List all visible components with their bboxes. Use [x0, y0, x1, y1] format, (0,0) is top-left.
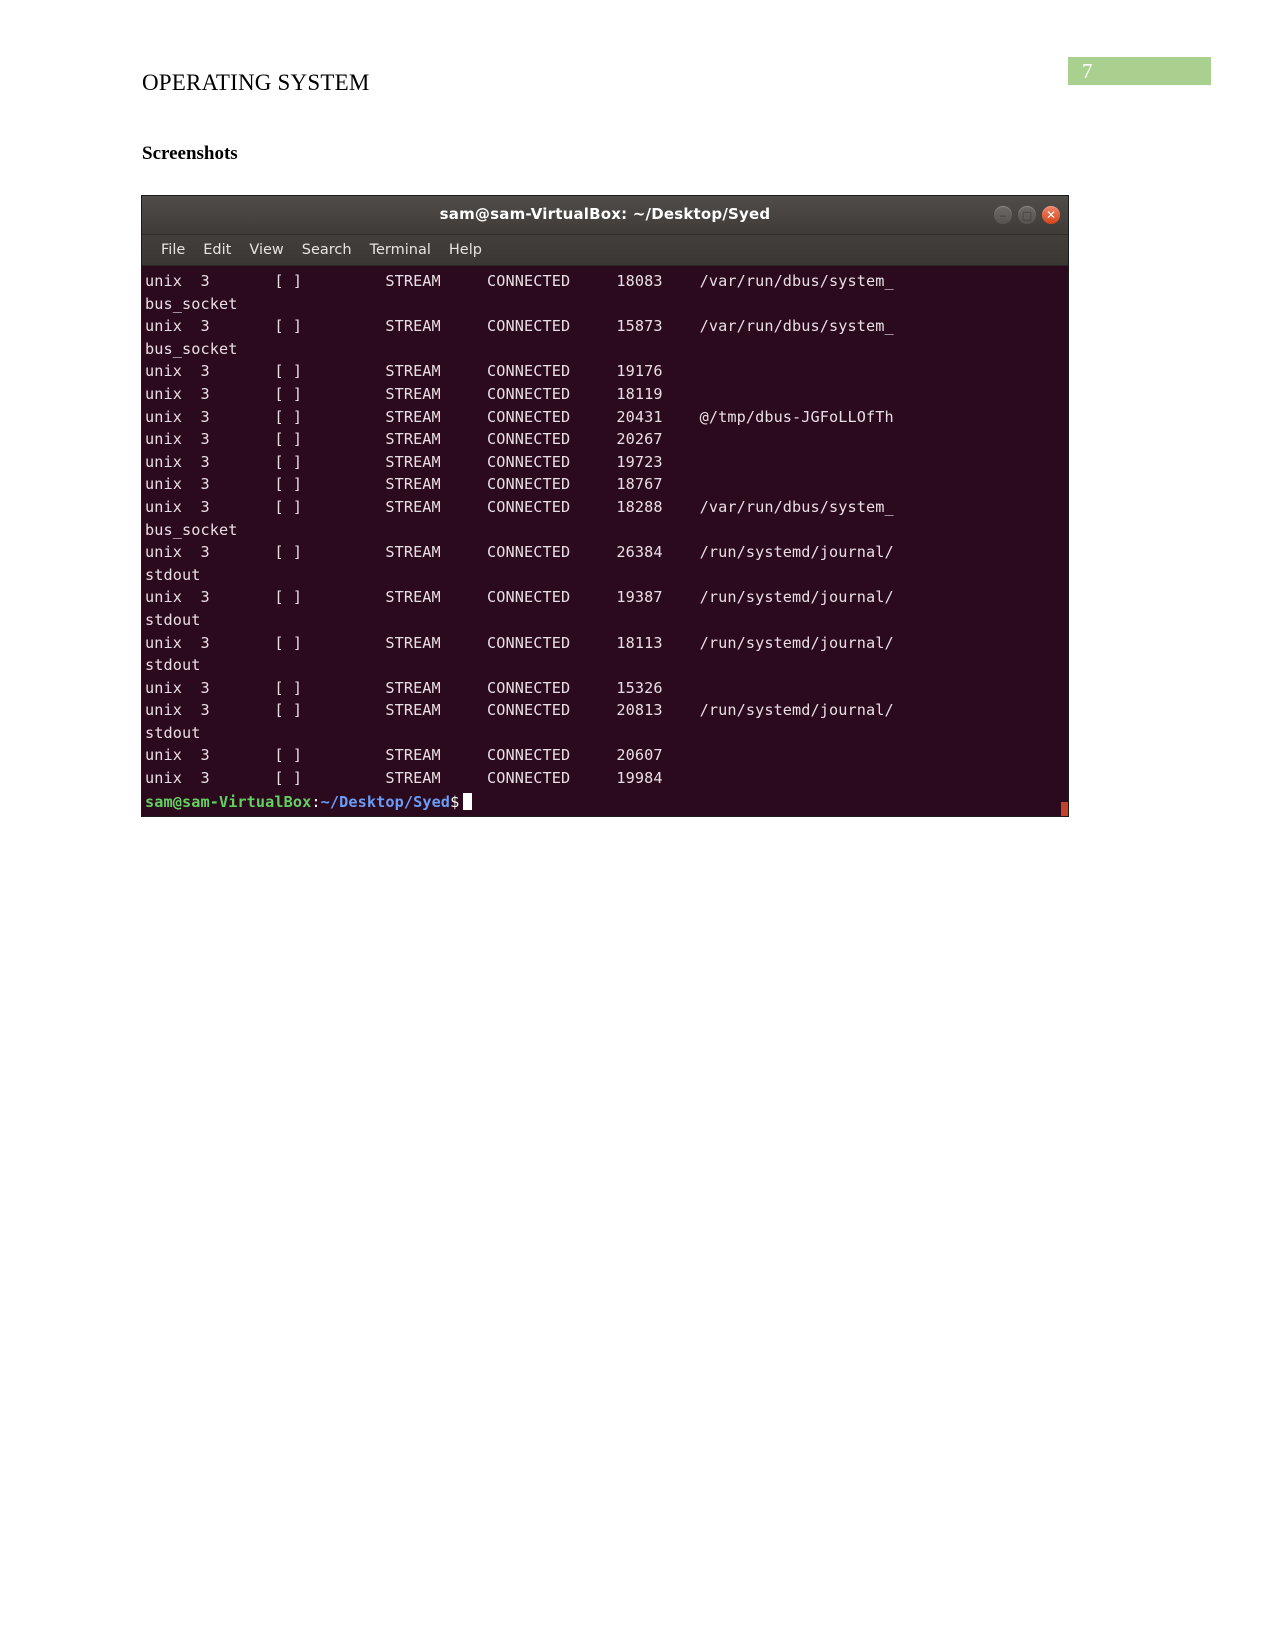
terminal-line: unix 3 [ ] STREAM CONNECTED 19723	[145, 452, 663, 471]
terminal-line: unix 3 [ ] STREAM CONNECTED 19176	[145, 362, 663, 381]
terminal-line: stdout	[145, 656, 201, 675]
terminal-line: bus_socket	[145, 520, 238, 539]
terminal-line: unix 3 [ ] STREAM CONNECTED 26384 /run/s…	[145, 543, 894, 562]
terminal-scrollbar-thumb[interactable]	[1061, 802, 1068, 816]
page-title: OPERATING SYSTEM	[142, 70, 370, 95]
terminal-line: unix 3 [ ] STREAM CONNECTED 18288 /var/r…	[145, 497, 894, 516]
document-page: 7 OPERATING SYSTEM Screenshots sam@sam-V…	[0, 0, 1275, 1651]
terminal-titlebar[interactable]: sam@sam-VirtualBox: ~/Desktop/Syed ‒ □ ✕	[142, 196, 1068, 235]
terminal-line: unix 3 [ ] STREAM CONNECTED 20431 @/tmp/…	[145, 407, 894, 426]
page-number-band: 7	[1068, 57, 1211, 85]
window-controls: ‒ □ ✕	[994, 206, 1060, 224]
terminal-line: unix 3 [ ] STREAM CONNECTED 20267	[145, 430, 663, 449]
menu-item-edit[interactable]: Edit	[194, 240, 240, 260]
section-heading: Screenshots	[142, 143, 238, 164]
menu-item-help[interactable]: Help	[440, 240, 491, 260]
menu-item-terminal[interactable]: Terminal	[361, 240, 440, 260]
prompt-user-host: sam@sam-VirtualBox	[145, 793, 312, 812]
prompt-symbol: $	[450, 793, 460, 812]
text-cursor	[463, 793, 473, 811]
terminal-line: unix 3 [ ] STREAM CONNECTED 20813 /run/s…	[145, 701, 894, 720]
terminal-output[interactable]: unix 3 [ ] STREAM CONNECTED 18083 /var/r…	[142, 266, 1068, 816]
terminal-line: unix 3 [ ] STREAM CONNECTED 15873 /var/r…	[145, 317, 894, 336]
terminal-title: sam@sam-VirtualBox: ~/Desktop/Syed	[439, 205, 771, 223]
maximize-icon[interactable]: □	[1018, 206, 1036, 224]
menu-item-search[interactable]: Search	[293, 240, 361, 260]
terminal-line: unix 3 [ ] STREAM CONNECTED 18119	[145, 384, 663, 403]
page-number: 7	[1082, 59, 1093, 83]
terminal-line: stdout	[145, 723, 201, 742]
close-icon[interactable]: ✕	[1042, 206, 1060, 224]
terminal-line: unix 3 [ ] STREAM CONNECTED 15326	[145, 678, 663, 697]
shell-prompt[interactable]: sam@sam-VirtualBox:~/Desktop/Syed$	[142, 791, 473, 814]
terminal-window: sam@sam-VirtualBox: ~/Desktop/Syed ‒ □ ✕…	[142, 196, 1068, 816]
menu-item-file[interactable]: File	[152, 240, 194, 260]
terminal-line: unix 3 [ ] STREAM CONNECTED 20607	[145, 746, 663, 765]
terminal-line: stdout	[145, 565, 201, 584]
menu-item-view[interactable]: View	[240, 240, 292, 260]
terminal-line: unix 3 [ ] STREAM CONNECTED 18113 /run/s…	[145, 633, 894, 652]
terminal-line: bus_socket	[145, 294, 238, 313]
terminal-line: unix 3 [ ] STREAM CONNECTED 18767	[145, 475, 663, 494]
terminal-line: bus_socket	[145, 339, 238, 358]
terminal-line: stdout	[145, 610, 201, 629]
terminal-menubar: File Edit View Search Terminal Help	[142, 235, 1068, 266]
minimize-icon[interactable]: ‒	[994, 206, 1012, 224]
terminal-line: unix 3 [ ] STREAM CONNECTED 18083 /var/r…	[145, 272, 894, 290]
prompt-separator: :	[311, 793, 321, 812]
prompt-path: ~/Desktop/Syed	[320, 793, 451, 812]
terminal-line: unix 3 [ ] STREAM CONNECTED 19387 /run/s…	[145, 588, 894, 607]
terminal-line: unix 3 [ ] STREAM CONNECTED 19984	[145, 769, 663, 788]
